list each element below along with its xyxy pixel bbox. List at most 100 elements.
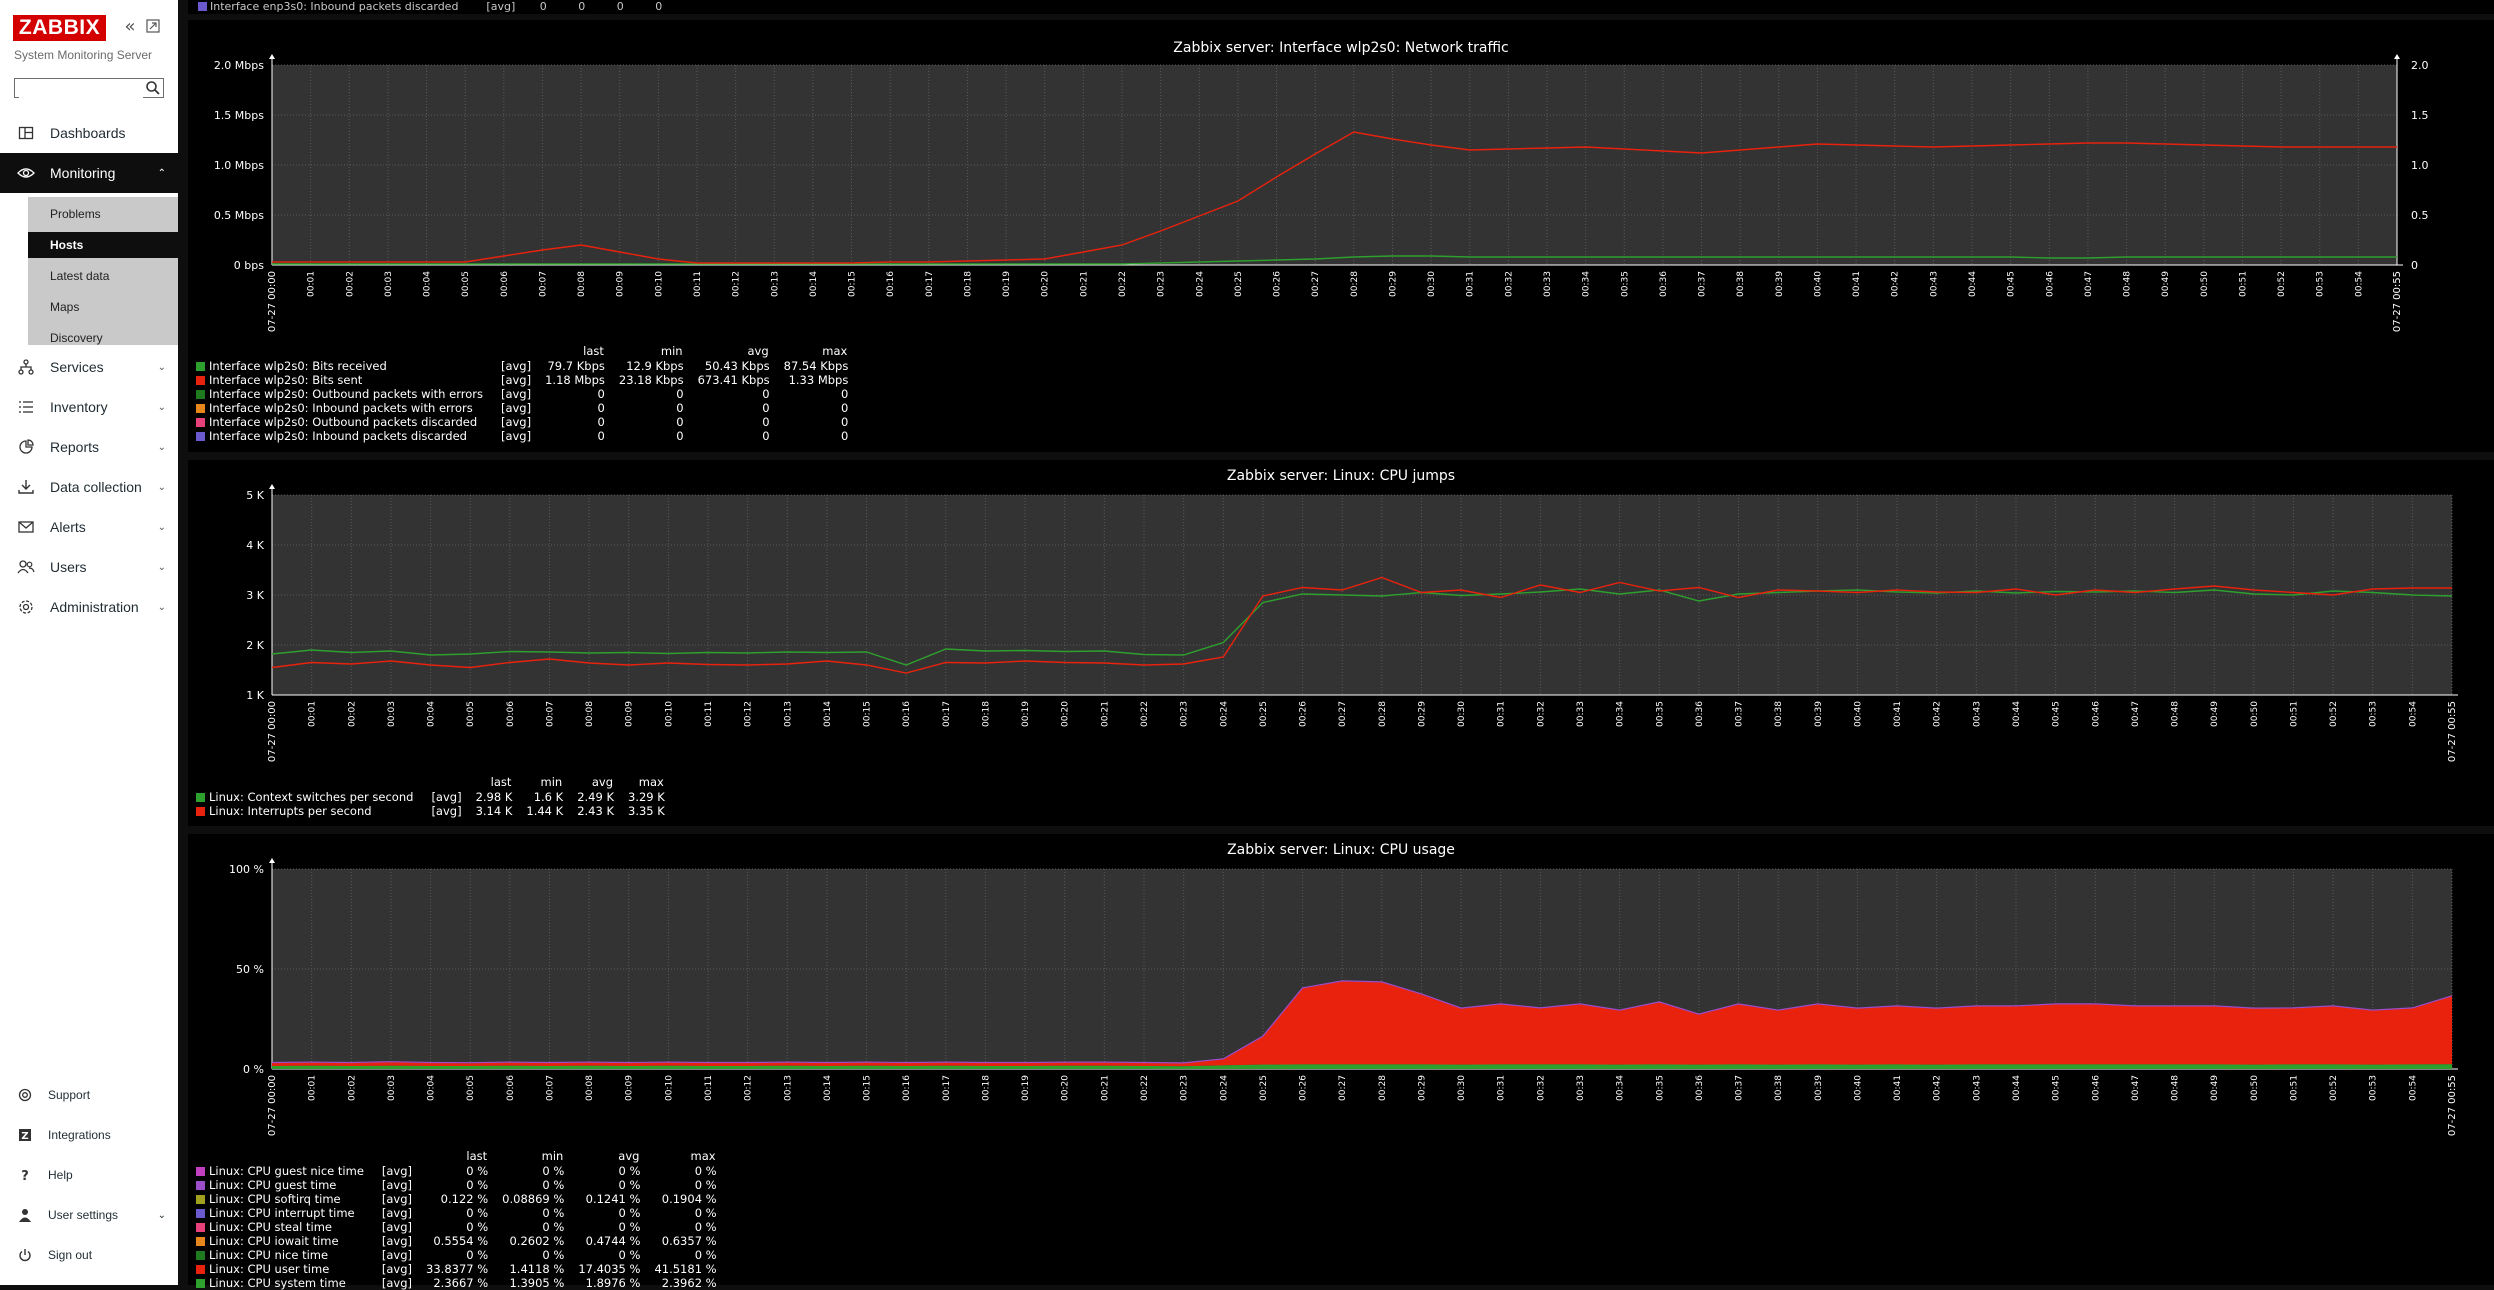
legend-value-last: 0: [597, 387, 605, 401]
legend-color-swatch: [196, 1209, 205, 1218]
x-tick-label: 00:44: [1968, 271, 1978, 297]
x-tick-label: 00:49: [2161, 271, 2171, 297]
x-tick-label: 00:21: [1100, 1075, 1110, 1101]
x-tick-label: 00:20: [1061, 1075, 1071, 1101]
x-tick-label: 00:09: [616, 271, 626, 297]
x-tick-label: 00:40: [1813, 271, 1823, 297]
menu-item-reports[interactable]: Reports ⌄: [0, 427, 178, 467]
legend-value-min: 0 %: [542, 1178, 565, 1192]
legend-table: last min avg max Linux: Context switches per…: [196, 774, 665, 818]
submenu-item-latest-data[interactable]: Latest data: [28, 263, 178, 289]
legend-value-min: 0.08869 %: [502, 1192, 565, 1206]
legend-value-avg: 0: [762, 415, 770, 429]
search-input[interactable]: [19, 82, 143, 100]
legend-value-avg: 0 %: [618, 1164, 641, 1178]
x-tick-label: 00:47: [2084, 271, 2094, 297]
legend-color-swatch: [196, 1265, 205, 1274]
x-tick-label: 00:38: [1774, 1075, 1784, 1101]
main-content: Interface enp3s0: Inbound packets discar…: [178, 0, 2494, 1290]
x-tick-label: 00:08: [577, 271, 587, 297]
x-tick-label: 00:50: [2250, 701, 2260, 727]
legend-header-max: max: [822, 344, 848, 358]
search-box[interactable]: [14, 78, 164, 100]
x-tick-label: 00:33: [1576, 1075, 1586, 1101]
search-icon[interactable]: [145, 80, 161, 96]
bottom-item-integrations[interactable]: Z Integrations: [0, 1120, 178, 1150]
x-tick-label: 00:14: [823, 701, 833, 727]
x-tick-label: 00:10: [664, 701, 674, 727]
help-icon: ?: [17, 1167, 33, 1183]
legend-header-max: max: [690, 1149, 716, 1163]
x-tick-label: 00:49: [2210, 701, 2220, 727]
submenu-item-hosts[interactable]: Hosts: [28, 232, 178, 258]
legend-value-min: 23.18 Kbps: [618, 373, 684, 387]
collapse-sidebar-button[interactable]: «: [120, 17, 140, 37]
x-tick-label: 00:37: [1735, 701, 1745, 727]
x-tick-label: 00:13: [770, 271, 780, 297]
legend-row: Interface wlp2s0: Inbound packets with e…: [196, 401, 848, 415]
legend-series-name: Linux: CPU steal time: [209, 1220, 333, 1234]
axis-arrow: [269, 484, 275, 489]
y-tick-label-right: 1.5: [2411, 109, 2429, 122]
integrations-icon: Z: [17, 1127, 33, 1143]
x-tick-label: 00:42: [1933, 701, 1943, 727]
bottom-item-sign-out[interactable]: Sign out: [0, 1240, 178, 1270]
x-tick-label: 00:49: [2210, 1075, 2220, 1101]
legend-value-max: 0 %: [694, 1248, 717, 1262]
menu-item-services[interactable]: Services ⌄: [0, 347, 178, 387]
menu-item-label: Reports: [50, 439, 100, 455]
submenu-item-discovery[interactable]: Discovery: [28, 325, 178, 351]
menu-item-alerts[interactable]: Alerts ⌄: [0, 507, 178, 547]
bottom-item-help[interactable]: ? Help: [0, 1160, 178, 1190]
legend-func: [avg]: [381, 1206, 413, 1220]
menu-item-users[interactable]: Users ⌄: [0, 547, 178, 587]
x-tick-label: 00:08: [585, 1075, 595, 1101]
x-tick-label: 00:12: [744, 701, 754, 727]
legend-color-swatch: [196, 390, 205, 399]
legend-value-avg: 0: [762, 387, 770, 401]
legend-row: Interface wlp2s0: Outbound packets with …: [196, 387, 848, 401]
x-tick-label: 00:53: [2369, 1075, 2379, 1101]
x-tick-label: 00:12: [744, 1075, 754, 1101]
menu-item-inventory[interactable]: Inventory ⌄: [0, 387, 178, 427]
eye-icon: [16, 163, 36, 183]
legend-value-min: 0 %: [542, 1206, 565, 1220]
bottom-item-user-settings[interactable]: User settings ⌄: [0, 1200, 178, 1230]
menu-item-monitoring[interactable]: Monitoring ⌃: [0, 153, 178, 193]
legend-value-last: 0 %: [466, 1220, 489, 1234]
x-tick-label: 00:04: [427, 1075, 437, 1101]
legend-row: Linux: CPU guest nice time [avg] 0 % 0 % 0 %…: [196, 1164, 717, 1178]
legend-value-avg: 0 %: [618, 1248, 641, 1262]
legend-func: [avg]: [381, 1262, 413, 1276]
legend-series-name: Linux: CPU user time: [209, 1262, 330, 1276]
kiosk-mode-button[interactable]: [146, 19, 160, 33]
legend-value-min: 0 %: [542, 1248, 565, 1262]
legend-value-avg: 673.41 Kbps: [697, 373, 770, 387]
legend-color-swatch: [196, 1223, 205, 1232]
menu-item-administration[interactable]: Administration ⌄: [0, 587, 178, 627]
svg-text:Z: Z: [21, 1131, 28, 1142]
power-icon: [17, 1247, 33, 1263]
legend-func: [avg]: [500, 387, 532, 401]
x-tick-label: 00:39: [1814, 1075, 1824, 1101]
menu-item-dashboards[interactable]: Dashboards: [0, 113, 178, 153]
zabbix-logo[interactable]: ZABBIX: [13, 15, 106, 41]
legend-row: Linux: Interrupts per second [avg] 3.14 K 1…: [196, 804, 665, 818]
bottom-item-support[interactable]: Support: [0, 1080, 178, 1110]
menu-item-label: Users: [50, 559, 87, 575]
y-tick-label: 100 %: [229, 863, 264, 876]
submenu-item-problems[interactable]: Problems: [28, 201, 178, 227]
y-tick-label: 3 K: [246, 589, 264, 602]
x-tick-label: 00:17: [942, 1075, 952, 1101]
x-tick-label: 00:33: [1576, 701, 1586, 727]
legend-func: [avg]: [381, 1234, 413, 1248]
x-tick-label: 00:24: [1195, 271, 1205, 297]
menu-item-data-collection[interactable]: Data collection ⌄: [0, 467, 178, 507]
legend-row: Linux: CPU steal time [avg] 0 % 0 % 0 % 0 %: [196, 1220, 717, 1234]
x-tick-label: 00:09: [625, 701, 635, 727]
y-tick-label-right: 1.0: [2411, 159, 2429, 172]
x-tick-label: 00:06: [500, 271, 510, 297]
submenu-item-maps[interactable]: Maps: [28, 294, 178, 320]
legend-series-name: Interface wlp2s0: Inbound packets discar…: [209, 429, 467, 443]
x-tick-label: 00:51: [2289, 1075, 2299, 1101]
